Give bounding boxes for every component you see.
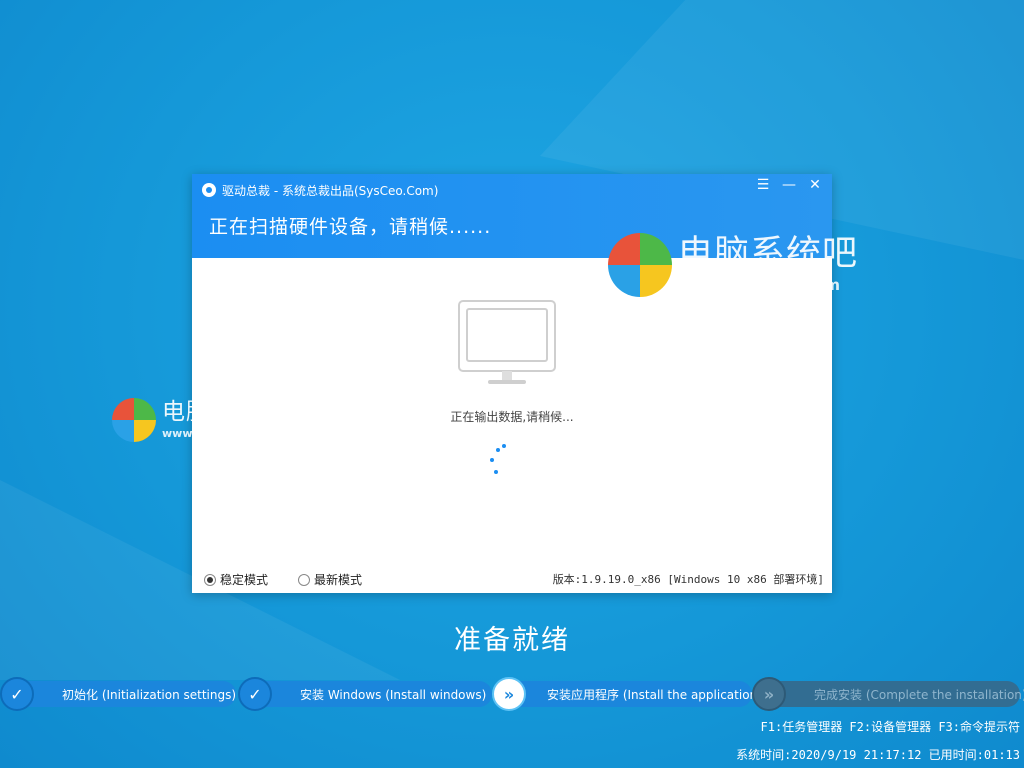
ready-status-text: 准备就绪 xyxy=(454,625,570,656)
step-label: 完成安装 (Complete the installation) xyxy=(814,688,1024,702)
radio-selected-icon xyxy=(204,573,216,586)
check-icon: ✓ xyxy=(238,677,272,711)
app-logo-icon xyxy=(202,183,216,197)
step-complete-installation: » 完成安装 (Complete the installation) xyxy=(752,676,1024,712)
version-info: 版本:1.9.19.0_x86 [Windows 10 x86 部署环境] xyxy=(552,573,824,586)
close-button[interactable]: ✕ xyxy=(804,176,826,194)
loading-spinner-icon xyxy=(482,444,512,484)
watermark-title: 电脑系统吧 xyxy=(162,399,282,425)
watermark-large: 电脑系统吧 www.dnxitong.com xyxy=(608,233,858,297)
monitor-icon xyxy=(458,300,556,384)
minimize-button[interactable]: — xyxy=(778,176,800,194)
watermark-url: www.dnxitong.com xyxy=(678,276,840,294)
latest-mode-radio[interactable]: 最新模式 xyxy=(298,571,362,588)
stable-mode-radio[interactable]: 稳定模式 xyxy=(204,571,268,588)
latest-mode-label: 最新模式 xyxy=(314,573,363,587)
install-steps: ✓ 初始化 (Initialization settings) ✓ 安装 Win… xyxy=(0,676,1024,712)
status-message: 正在输出数据,请稍候... xyxy=(450,410,574,424)
window-footer: 稳定模式 最新模式 版本:1.9.19.0_x86 [Windows 10 x8… xyxy=(192,569,832,589)
step-label: 安装应用程序 (Install the application) xyxy=(547,688,762,702)
step-label: 初始化 (Initialization settings) xyxy=(62,688,237,702)
step-install-application: » 安装应用程序 (Install the application) xyxy=(492,676,762,712)
watermark-url: www.dnxitong.com xyxy=(162,427,281,440)
watermark-small: 电脑系统吧 www.dnxitong.com xyxy=(112,398,282,442)
hotkey-hints: F1:任务管理器 F2:设备管理器 F3:命令提示符 xyxy=(760,720,1020,734)
step-initialization: ✓ 初始化 (Initialization settings) xyxy=(0,676,236,712)
stable-mode-label: 稳定模式 xyxy=(220,573,269,587)
double-chevron-icon: » xyxy=(492,677,526,711)
double-chevron-icon: » xyxy=(752,677,786,711)
menu-icon[interactable]: ☰ xyxy=(752,176,774,194)
step-label: 安装 Windows (Install windows) xyxy=(300,688,487,702)
radio-unselected-icon xyxy=(298,573,310,586)
watermark-title: 电脑系统吧 xyxy=(678,234,859,274)
window-title: 驱动总裁 - 系统总裁出品(SysCeo.Com) xyxy=(222,183,439,198)
system-time: 系统时间:2020/9/19 21:17:12 已用时间:01:13 xyxy=(736,748,1020,762)
windows-logo-icon xyxy=(112,398,156,442)
check-icon: ✓ xyxy=(0,677,34,711)
window-controls: ☰ — ✕ xyxy=(752,176,826,194)
step-install-windows: ✓ 安装 Windows (Install windows) xyxy=(238,676,492,712)
windows-logo-icon xyxy=(608,233,672,297)
title-bar[interactable]: 驱动总裁 - 系统总裁出品(SysCeo.Com) xyxy=(202,180,832,200)
scan-heading: 正在扫描硬件设备，请稍候...... xyxy=(209,216,492,238)
